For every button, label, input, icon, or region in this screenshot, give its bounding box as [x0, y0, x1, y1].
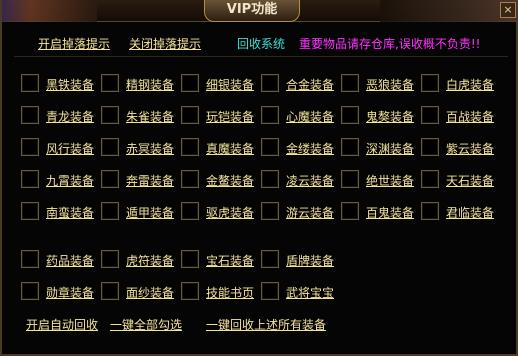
equip-label[interactable]: 药品装备	[46, 252, 94, 269]
checkbox[interactable]	[421, 170, 439, 188]
equip-label[interactable]: 恶狼装备	[366, 76, 414, 93]
checkbox[interactable]	[21, 74, 39, 92]
checkbox[interactable]	[261, 170, 279, 188]
divider	[14, 56, 508, 57]
checkbox[interactable]	[261, 74, 279, 92]
checkbox[interactable]	[261, 250, 279, 268]
window-title: VIP功能	[204, 0, 300, 22]
checkbox[interactable]	[181, 202, 199, 220]
checkbox[interactable]	[341, 106, 359, 124]
warning-text: 重要物品请存仓库,误收概不负责!!	[299, 37, 481, 51]
checkbox[interactable]	[21, 170, 39, 188]
equip-label[interactable]: 心魔装备	[286, 108, 334, 125]
recycle-all-link[interactable]: 一键回收上述所有装备	[206, 316, 326, 333]
checkbox[interactable]	[421, 202, 439, 220]
equip-label[interactable]: 南蛮装备	[46, 204, 94, 221]
checkbox[interactable]	[21, 202, 39, 220]
checkbox[interactable]	[421, 74, 439, 92]
checkbox[interactable]	[101, 170, 119, 188]
auto-recycle-link[interactable]: 开启自动回收	[26, 316, 98, 333]
equip-label[interactable]: 勋章装备	[46, 284, 94, 301]
open-drop-tip-link[interactable]: 开启掉落提示	[38, 35, 110, 52]
equip-label[interactable]: 合金装备	[286, 76, 334, 93]
checkbox[interactable]	[21, 282, 39, 300]
checkbox[interactable]	[101, 202, 119, 220]
checkbox[interactable]	[21, 250, 39, 268]
checkbox[interactable]	[341, 138, 359, 156]
equip-label[interactable]: 风行装备	[46, 140, 94, 157]
equip-label[interactable]: 金缕装备	[286, 140, 334, 157]
checkbox[interactable]	[261, 106, 279, 124]
equip-label[interactable]: 细银装备	[206, 76, 254, 93]
checkbox[interactable]	[421, 106, 439, 124]
equip-label[interactable]: 虎符装备	[126, 252, 174, 269]
equip-label[interactable]: 朱雀装备	[126, 108, 174, 125]
checkbox[interactable]	[21, 138, 39, 156]
equip-label[interactable]: 遁甲装备	[126, 204, 174, 221]
equip-label[interactable]: 驱虎装备	[206, 204, 254, 221]
equip-label[interactable]: 技能书页	[206, 284, 254, 301]
equip-label[interactable]: 绝世装备	[366, 172, 414, 189]
checkbox[interactable]	[181, 138, 199, 156]
title-bar-art-left	[2, 0, 97, 22]
checkbox[interactable]	[181, 170, 199, 188]
equip-label[interactable]: 天石装备	[446, 172, 494, 189]
equip-label[interactable]: 君临装备	[446, 204, 494, 221]
checkbox[interactable]	[341, 170, 359, 188]
checkbox[interactable]	[261, 282, 279, 300]
equip-label[interactable]: 凌云装备	[286, 172, 334, 189]
checkbox[interactable]	[101, 250, 119, 268]
checkbox[interactable]	[341, 74, 359, 92]
equip-label[interactable]: 真魔装备	[206, 140, 254, 157]
equip-label[interactable]: 赤冥装备	[126, 140, 174, 157]
equip-label[interactable]: 深渊装备	[366, 140, 414, 157]
checkbox[interactable]	[21, 106, 39, 124]
equip-label[interactable]: 奔雷装备	[126, 172, 174, 189]
checkbox[interactable]	[341, 202, 359, 220]
close-drop-tip-link[interactable]: 关闭掉落提示	[129, 35, 201, 52]
equip-label[interactable]: 武将宝宝	[286, 284, 334, 301]
equip-label[interactable]: 金鳌装备	[206, 172, 254, 189]
checkbox[interactable]	[101, 282, 119, 300]
equip-label[interactable]: 白虎装备	[446, 76, 494, 93]
checkbox[interactable]	[101, 106, 119, 124]
equip-label[interactable]: 黑铁装备	[46, 76, 94, 93]
equip-label[interactable]: 青龙装备	[46, 108, 94, 125]
select-all-link[interactable]: 一键全部勾选	[110, 316, 182, 333]
equip-label[interactable]: 精钢装备	[126, 76, 174, 93]
equip-label[interactable]: 百鬼装备	[366, 204, 414, 221]
checkbox[interactable]	[261, 138, 279, 156]
checkbox[interactable]	[181, 282, 199, 300]
checkbox[interactable]	[101, 74, 119, 92]
equip-label[interactable]: 九霄装备	[46, 172, 94, 189]
checkbox[interactable]	[181, 74, 199, 92]
checkbox[interactable]	[181, 106, 199, 124]
checkbox[interactable]	[421, 138, 439, 156]
equip-label[interactable]: 鬼獒装备	[366, 108, 414, 125]
checkbox[interactable]	[181, 250, 199, 268]
title-bar: VIP功能 ×	[2, 0, 518, 22]
equip-label[interactable]: 面纱装备	[126, 284, 174, 301]
checkbox[interactable]	[261, 202, 279, 220]
close-button[interactable]: ×	[500, 2, 516, 18]
equip-label[interactable]: 盾牌装备	[286, 252, 334, 269]
equip-label[interactable]: 玩铠装备	[206, 108, 254, 125]
equip-label[interactable]: 百战装备	[446, 108, 494, 125]
vip-panel: VIP功能 × 开启掉落提示 关闭掉落提示 回收系统 重要物品请存仓库,误收概不…	[0, 0, 518, 356]
equip-label[interactable]: 宝石装备	[206, 252, 254, 269]
equip-label[interactable]: 紫云装备	[446, 140, 494, 157]
checkbox[interactable]	[101, 138, 119, 156]
recycle-system-label: 回收系统	[237, 37, 286, 51]
title-bar-art-right	[380, 0, 518, 22]
equip-label[interactable]: 游云装备	[286, 204, 334, 221]
